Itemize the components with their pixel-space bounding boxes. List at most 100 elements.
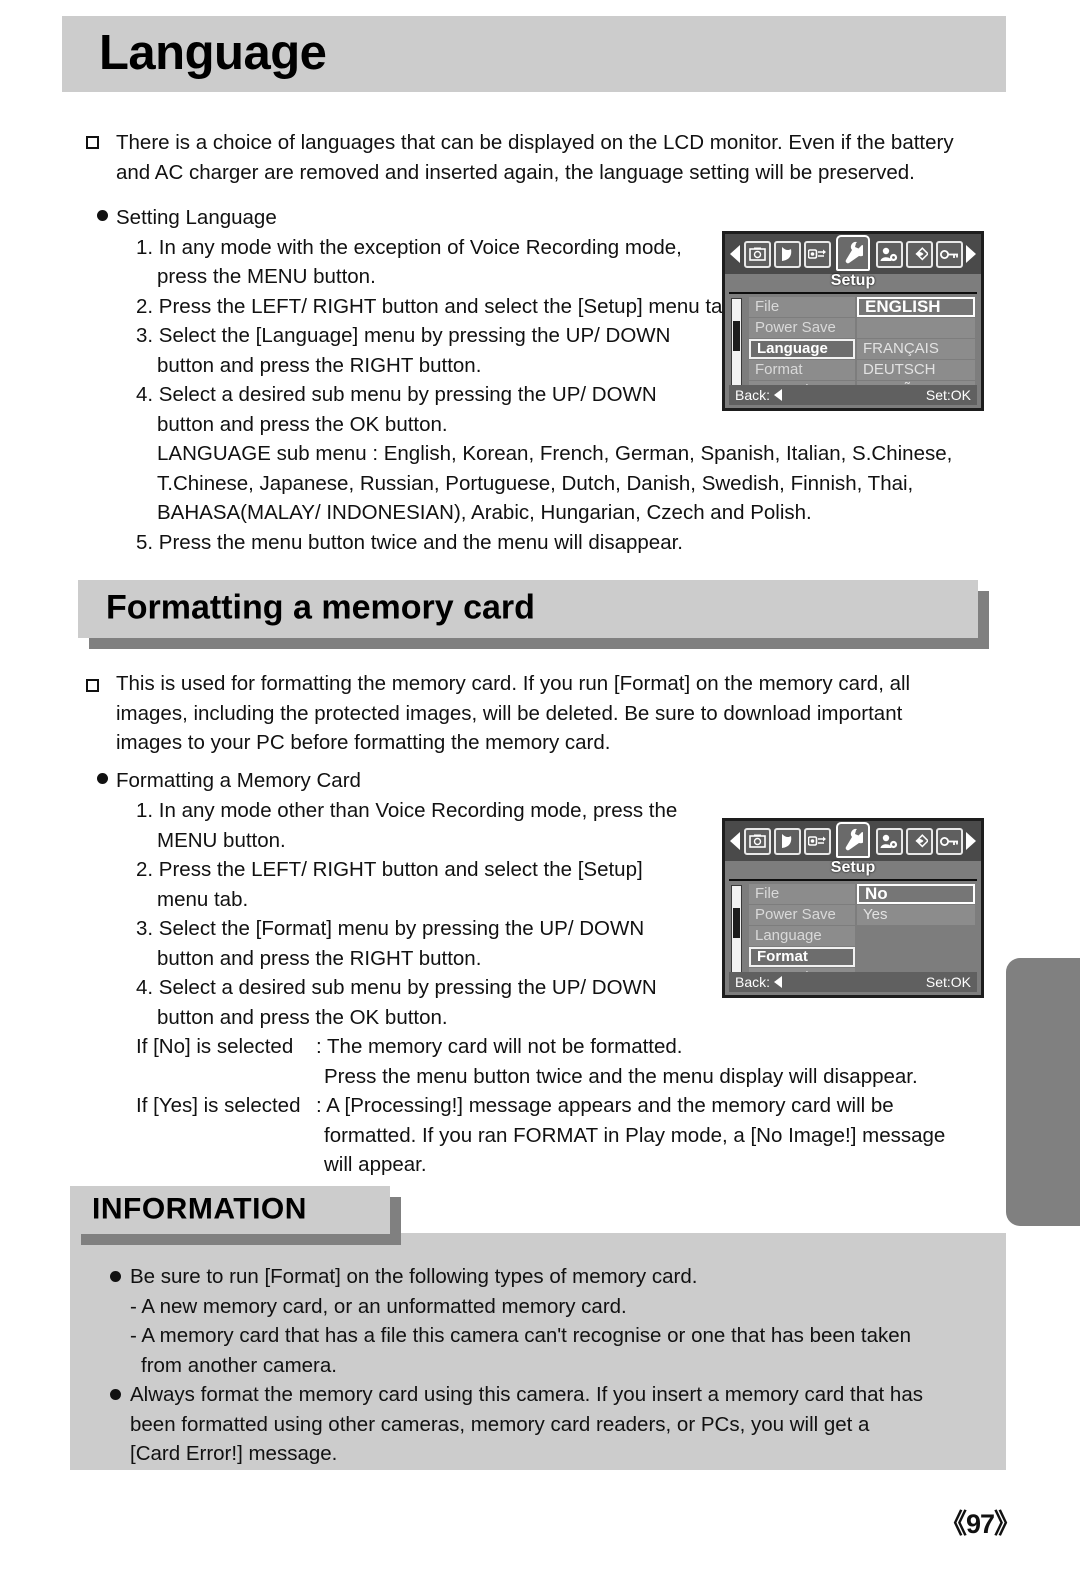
language-submenu-list-2: T.Chinese, Japanese, Russian, Portuguese… [157,472,914,495]
submenu-item-yes[interactable]: Yes [857,905,975,925]
if-no-desc: : The memory card will not be formatted. [316,1035,683,1058]
format-step-3a: 3. Select the [Format] menu by pressing … [136,917,645,940]
page-title: Language [99,25,327,80]
info-line-5: Always format the memory card using this… [130,1383,923,1406]
set-ok-label: Set:OK [925,387,971,403]
submenu-item-blank [857,926,975,946]
submenu-item-no[interactable]: No [857,884,975,904]
key-icon[interactable] [935,240,963,268]
round-bullet-icon [97,773,108,784]
square-bullet-icon [86,136,99,149]
lcd-footer: Back: Set:OK [729,972,977,992]
if-yes-term: If [Yes] is selected [136,1094,301,1117]
format-intro-line-1: This is used for formatting the memory c… [116,672,911,695]
myset-icon[interactable] [875,827,903,855]
format-step-4a: 4. Select a desired sub menu by pressing… [136,976,657,999]
left-arrow-icon [774,976,783,988]
round-bullet-icon [97,210,108,221]
camera-mode-icon[interactable] [743,240,771,268]
key-icon[interactable] [935,827,963,855]
effect-icon[interactable] [905,240,933,268]
scrollbar[interactable] [731,885,742,981]
if-yes-cont: formatted. If you ran FORMAT in Play mod… [324,1124,946,1147]
submenu-item-blank [857,947,975,967]
lcd-footer: Back: Set:OK [729,385,977,405]
language-step-5: 5. Press the menu button twice and the m… [136,531,683,554]
format-step-2a: 2. Press the LEFT/ RIGHT button and sele… [136,858,643,881]
scene-mode-icon[interactable] [773,827,801,855]
menu-item-format[interactable]: Format [749,360,855,380]
format-intro-line-2: images, including the protected images, … [116,702,903,725]
submenu-item-francais[interactable]: FRANÇAIS [857,339,975,359]
info-line-1: Be sure to run [Format] on the following… [130,1265,698,1288]
menu-item-file[interactable]: File [749,297,855,317]
movie-mode-icon[interactable] [803,827,831,855]
submenu-item-english[interactable]: ENGLISH [857,297,975,317]
language-step-1b: press the MENU button. [157,265,376,288]
lcd-title-setup: Setup [830,859,876,876]
submenu-item-blank[interactable] [857,318,975,338]
lcd-tab-bar [725,821,981,861]
format-step-1b: MENU button. [157,829,286,852]
format-step-2b: menu tab. [157,888,249,911]
format-step-1a: 1. In any mode other than Voice Recordin… [136,799,678,822]
setup-wrench-icon[interactable] [836,822,870,858]
lcd-menu-body: File Power Save Language Format Date&Tim… [729,292,977,401]
if-no-term: If [No] is selected [136,1035,294,1058]
format-intro-line-3: images to your PC before formatting the … [116,731,611,754]
formatting-memory-card-label: Formatting a Memory Card [116,769,361,792]
info-line-6: been formatted using other cameras, memo… [130,1413,870,1436]
tab-scroll-right-icon[interactable] [966,245,976,263]
format-step-4b: button and press the OK button. [157,1006,448,1029]
menu-item-format[interactable]: Format [749,947,855,967]
language-step-4b: button and press the OK button. [157,413,448,436]
tab-scroll-left-icon[interactable] [730,245,740,263]
left-arrow-icon [774,389,783,401]
square-bullet-icon [86,679,99,692]
back-hint: Back: [735,974,783,990]
formatting-heading-text: Formatting a memory card [106,588,535,627]
tab-scroll-left-icon[interactable] [730,832,740,850]
tab-scroll-right-icon[interactable] [966,832,976,850]
page-edge-tab [1006,958,1080,1226]
round-bullet-icon [110,1389,121,1400]
scene-mode-icon[interactable] [773,240,801,268]
if-yes-desc: : A [Processing!] message appears and th… [316,1094,894,1117]
movie-mode-icon[interactable] [803,240,831,268]
language-step-1a: 1. In any mode with the exception of Voi… [136,236,682,259]
menu-item-power-save[interactable]: Power Save [749,905,855,925]
info-line-4: from another camera. [141,1354,337,1377]
effect-icon[interactable] [905,827,933,855]
lcd-menu-body: File Power Save Language Format Date&Tim… [729,879,977,988]
info-line-3: - A memory card that has a file this cam… [130,1324,912,1347]
information-heading-text: INFORMATION [92,1192,307,1226]
if-no-cont: Press the menu button twice and the menu… [324,1065,918,1088]
formatting-heading: Formatting a memory card [78,580,989,649]
scrollbar-thumb[interactable] [733,908,740,938]
myset-icon[interactable] [875,240,903,268]
submenu-item-deutsch[interactable]: DEUTSCH [857,360,975,380]
scrollbar[interactable] [731,298,742,394]
round-bullet-icon [110,1271,121,1282]
camera-mode-icon[interactable] [743,827,771,855]
menu-item-language[interactable]: Language [749,926,855,946]
menu-item-file[interactable]: File [749,884,855,904]
scrollbar-thumb[interactable] [733,321,740,351]
info-line-2: - A new memory card, or an unformatted m… [130,1295,627,1318]
info-line-7: [Card Error!] message. [130,1442,338,1465]
language-intro-line-2: and AC charger are removed and inserted … [116,161,915,184]
format-step-3b: button and press the RIGHT button. [157,947,482,970]
language-intro-line-1: There is a choice of languages that can … [116,131,954,154]
information-heading: INFORMATION [70,1186,401,1245]
page-number: 《97》 [939,1509,1021,1539]
if-yes-cont2: will appear. [324,1153,427,1176]
menu-item-power-save[interactable]: Power Save [749,318,855,338]
chapter-heading-band: Language [62,16,1006,92]
lcd-title-setup: Setup [830,272,876,289]
set-ok-label: Set:OK [925,974,971,990]
menu-item-language[interactable]: Language [749,339,855,359]
language-submenu-list-3: BAHASA(MALAY/ INDONESIAN), Arabic, Hunga… [157,501,812,524]
back-label: Back: [735,974,771,990]
setup-wrench-icon[interactable] [836,235,870,271]
lcd-tab-bar [725,234,981,274]
